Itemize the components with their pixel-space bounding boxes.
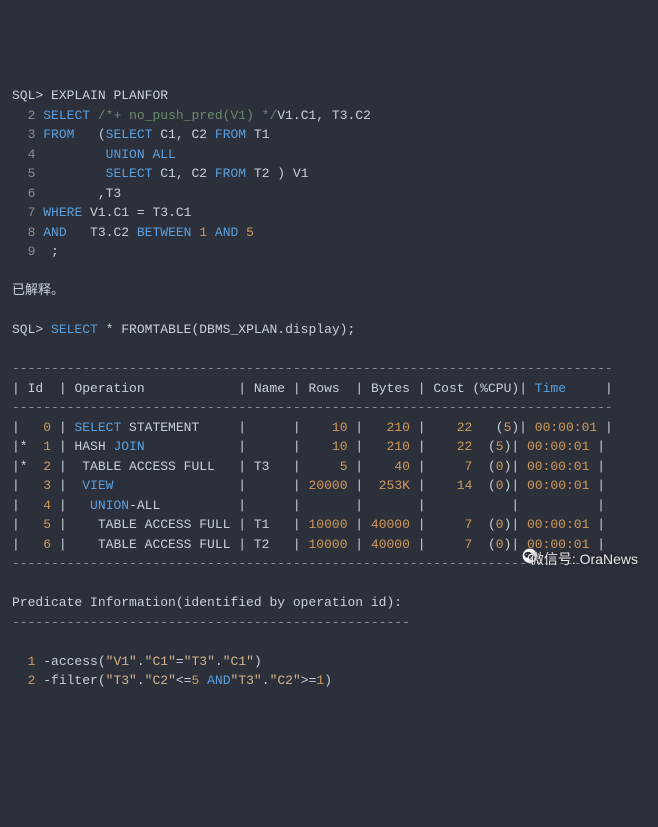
- explain-keyword: EXPLAIN PLANFOR: [51, 88, 168, 103]
- col-time: Time: [535, 381, 566, 396]
- col-bytes: Bytes: [371, 381, 410, 396]
- between-keyword: BETWEEN: [137, 225, 192, 240]
- terminal-output: SQL> EXPLAIN PLANFOR 2 SELECT /*+ no_pus…: [12, 86, 646, 691]
- union-keyword: UNION ALL: [106, 147, 176, 162]
- predicate-ruler: ----------------------------------------…: [12, 615, 410, 630]
- line-number: 6: [28, 186, 36, 201]
- watermark-text: 微信号: OraNews: [530, 549, 638, 570]
- line-number: 9: [28, 244, 36, 259]
- from-keyword: FROM: [43, 127, 74, 142]
- where-keyword: WHERE: [43, 205, 82, 220]
- select-keyword: SELECT: [51, 322, 98, 337]
- line-number: 4: [28, 147, 36, 162]
- hint-comment: /*+ no_push_pred(V1) */: [98, 108, 277, 123]
- predicate-header: Predicate Information(identified by oper…: [12, 595, 402, 610]
- line-number: 7: [28, 205, 36, 220]
- col-rows: Rows: [309, 381, 340, 396]
- select-keyword: SELECT: [43, 108, 90, 123]
- xplan-call: * FROMTABLE(DBMS_XPLAN.display);: [98, 322, 355, 337]
- col-id: Id: [28, 381, 44, 396]
- plan-ruler: ----------------------------------------…: [12, 361, 613, 376]
- plan-ruler: ----------------------------------------…: [12, 400, 613, 415]
- line-number: 3: [28, 127, 36, 142]
- select-keyword: SELECT: [106, 166, 153, 181]
- col-name: Name: [254, 381, 285, 396]
- and-keyword: AND: [215, 225, 238, 240]
- select-keyword: SELECT: [106, 127, 153, 142]
- line-number: 2: [28, 108, 36, 123]
- sql-prompt: SQL>: [12, 322, 43, 337]
- watermark: 微信号: OraNews: [506, 527, 638, 591]
- sql-prompt: SQL>: [12, 88, 43, 103]
- from-keyword: FROM: [215, 127, 246, 142]
- wechat-icon: [506, 527, 522, 591]
- col-op: Operation: [74, 381, 144, 396]
- col-cost: Cost (%CPU): [433, 381, 519, 396]
- line-number: 5: [28, 166, 36, 181]
- explained-message: 已解释。: [12, 283, 64, 298]
- from-keyword: FROM: [215, 166, 246, 181]
- and-keyword: AND: [43, 225, 66, 240]
- line-number: 8: [28, 225, 36, 240]
